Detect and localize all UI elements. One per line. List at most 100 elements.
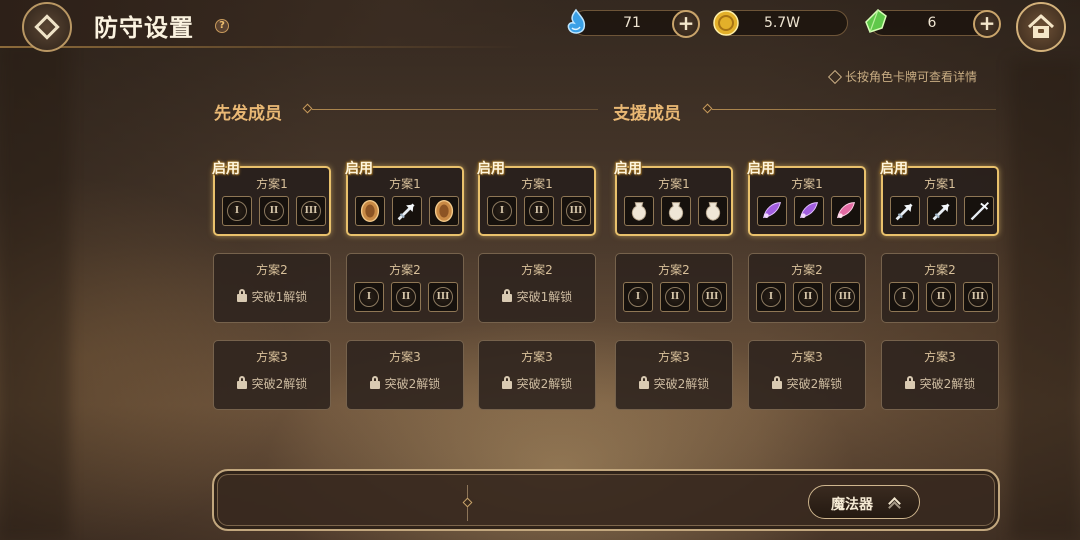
slot-numeral: III [436,292,450,302]
member-slot[interactable]: I [623,282,653,312]
slot-numeral: III [705,292,719,302]
hint-text: 长按角色卡牌可查看详情 [827,68,978,85]
plan-card[interactable]: 方案2 突破1解锁 [478,253,596,323]
member-slot[interactable]: III [296,196,326,226]
plan-card[interactable]: 方案1 启用 [880,161,999,236]
back-diamond-icon [34,14,60,40]
plan-card[interactable]: 方案2 突破1解锁 [213,253,331,323]
plan-label: 方案3 [791,350,823,364]
member-slot[interactable] [661,196,691,226]
slot-row: I II III [623,282,727,312]
plan-card[interactable]: 方案1 启用 I II III [212,161,331,236]
add-water-button[interactable]: + [672,10,700,38]
slot-row [757,196,861,226]
bottom-bar: 魔法器 [212,469,1000,531]
silver-arrow-icon [932,203,950,221]
plan-card[interactable]: 方案2 I II III [748,253,866,323]
slot-numeral: II [670,292,680,302]
white-vase-icon [631,202,647,221]
lock-row: 突破1解锁 [214,288,330,305]
slot-numeral: I [499,206,505,216]
member-slot[interactable] [355,196,385,226]
header-bar [0,0,560,48]
plan-card[interactable]: 方案2 I II III [881,253,999,323]
member-slot[interactable]: III [428,282,458,312]
page-title: 防守设置 [94,13,194,42]
home-icon [1027,14,1055,38]
plan-label: 方案2 [521,263,553,277]
section-starter-line [312,109,598,110]
slot-numeral: III [569,206,583,216]
add-crystal-button[interactable]: + [973,10,1001,38]
plan-label: 方案2 [389,263,421,277]
plan-card[interactable]: 方案3 突破2解锁 [346,340,464,410]
magic-item-button[interactable]: 魔法器 [808,485,920,519]
lock-text: 突破1解锁 [251,290,308,304]
header-divider [0,46,520,48]
member-slot[interactable]: II [926,282,956,312]
lock-text: 突破2解锁 [653,377,710,391]
member-slot[interactable]: I [222,196,252,226]
plan-card[interactable]: 方案3 突破2解锁 [213,340,331,410]
member-slot[interactable]: III [561,196,591,226]
lock-text: 突破1解锁 [516,290,573,304]
plan-label: 方案3 [521,350,553,364]
water-drop-icon [567,8,586,34]
plan-card[interactable]: 方案3 突破2解锁 [478,340,596,410]
plan-label: 方案3 [924,350,956,364]
slot-numeral: I [635,292,641,302]
member-slot[interactable]: I [889,282,919,312]
lock-row: 突破2解锁 [616,375,732,392]
member-slot[interactable]: II [391,282,421,312]
lock-icon [904,376,915,389]
currency-water-value: 71 [623,15,641,31]
lock-icon [236,289,247,302]
member-slot[interactable]: II [660,282,690,312]
member-slot[interactable]: I [756,282,786,312]
plan-card[interactable]: 方案1 启用 [345,161,464,236]
member-slot[interactable]: II [793,282,823,312]
question-icon[interactable]: ? [215,19,229,33]
plan-card[interactable]: 方案1 启用 [614,161,733,236]
member-slot[interactable] [927,196,957,226]
currency-crystal-value: 6 [927,15,937,31]
member-slot[interactable] [698,196,728,226]
member-slot[interactable]: II [259,196,289,226]
member-slot[interactable] [624,196,654,226]
plan-card[interactable]: 方案1 启用 [747,161,866,236]
hint-diamond-icon [827,69,843,85]
slot-numeral: II [534,206,544,216]
member-slot[interactable]: II [524,196,554,226]
member-slot[interactable]: I [354,282,384,312]
plan-card[interactable]: 方案3 突破2解锁 [615,340,733,410]
slot-numeral: III [304,206,318,216]
member-slot[interactable]: III [830,282,860,312]
lock-row: 突破2解锁 [749,375,865,392]
member-slot[interactable] [831,196,861,226]
member-slot[interactable] [794,196,824,226]
bronze-shield-icon [434,200,454,222]
enabled-badge: 启用 [614,161,642,177]
home-button[interactable] [1016,2,1066,52]
member-slot[interactable] [429,196,459,226]
back-button[interactable] [22,2,72,52]
member-slot[interactable] [757,196,787,226]
member-slot[interactable]: III [963,282,993,312]
slot-row [890,196,994,226]
slot-row: I II III [222,196,326,226]
lock-row: 突破2解锁 [347,375,463,392]
member-slot[interactable] [392,196,422,226]
member-slot[interactable] [964,196,994,226]
hint-label: 长按角色卡牌可查看详情 [845,70,978,84]
plan-card[interactable]: 方案2 I II III [346,253,464,323]
slot-numeral: III [838,292,852,302]
section-support-line [712,109,996,110]
plan-label: 方案2 [658,263,690,277]
plan-card[interactable]: 方案2 I II III [615,253,733,323]
plan-card[interactable]: 方案3 突破2解锁 [881,340,999,410]
member-slot[interactable]: III [697,282,727,312]
plan-card[interactable]: 方案3 突破2解锁 [748,340,866,410]
member-slot[interactable]: I [487,196,517,226]
member-slot[interactable] [890,196,920,226]
plan-card[interactable]: 方案1 启用 I II III [477,161,596,236]
